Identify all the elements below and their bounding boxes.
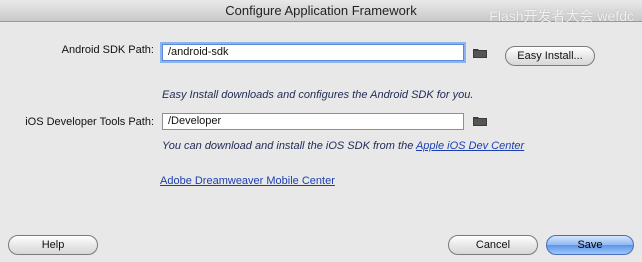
- easy-install-button[interactable]: Easy Install...: [505, 46, 595, 66]
- apple-ios-dev-center-link[interactable]: Apple iOS Dev Center: [416, 140, 524, 152]
- ios-developer-tools-path-input[interactable]: /Developer: [162, 113, 464, 130]
- ios-hint-text: You can download and install the iOS SDK…: [162, 140, 524, 152]
- cancel-button[interactable]: Cancel: [448, 235, 538, 255]
- ios-developer-tools-path-label: iOS Developer Tools Path:: [25, 116, 154, 128]
- dialog-content: Android SDK Path: /android-sdk Easy Inst…: [0, 22, 642, 262]
- android-hint-text: Easy Install downloads and configures th…: [162, 89, 474, 101]
- android-sdk-path-label: Android SDK Path:: [61, 44, 154, 56]
- folder-icon[interactable]: [473, 116, 487, 126]
- help-button[interactable]: Help: [8, 235, 98, 255]
- title-bar: Configure Application Framework Flash开发者…: [0, 0, 642, 24]
- mobile-center-link[interactable]: Adobe Dreamweaver Mobile Center: [160, 175, 335, 187]
- folder-icon[interactable]: [473, 48, 487, 58]
- save-button[interactable]: Save: [546, 235, 634, 255]
- ios-hint-prefix: You can download and install the iOS SDK…: [162, 140, 416, 152]
- android-sdk-path-input[interactable]: /android-sdk: [162, 44, 464, 61]
